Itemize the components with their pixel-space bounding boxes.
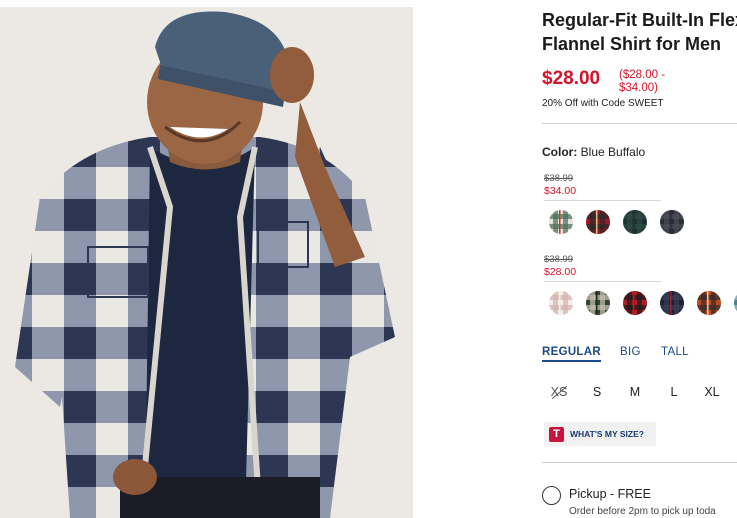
price-group-divider bbox=[544, 200, 661, 201]
color-label: Color: bbox=[542, 145, 578, 159]
swatch-navy-red-plaid[interactable] bbox=[660, 291, 684, 315]
swatch-charcoal-check[interactable] bbox=[660, 210, 684, 234]
product-title-line2: Flannel Shirt for Men bbox=[542, 34, 722, 54]
price-group-divider bbox=[544, 281, 661, 282]
size-xl-button[interactable]: XL bbox=[700, 385, 724, 399]
fit-tab-regular[interactable]: REGULAR bbox=[542, 346, 601, 362]
divider bbox=[542, 123, 737, 124]
swatch-green-tan-plaid[interactable] bbox=[586, 291, 610, 315]
product-info-panel: Regular-Fit Built-In Flex Flannel Shirt … bbox=[542, 0, 737, 518]
fit-tab-big[interactable]: BIG bbox=[620, 346, 641, 358]
whats-my-size-label: WHAT'S MY SIZE? bbox=[570, 429, 644, 439]
size-s-button[interactable]: S bbox=[585, 385, 609, 399]
sale-price: $28.00 bbox=[542, 68, 601, 89]
product-title: Regular-Fit Built-In Flex Flannel Shirt … bbox=[542, 8, 737, 56]
swatch-orange-plaid[interactable] bbox=[697, 291, 721, 315]
fit-tab-tall[interactable]: TALL bbox=[661, 346, 689, 358]
pickup-note: Order before 2pm to pick up toda bbox=[569, 506, 716, 517]
price-range-line1: ($28.00 - bbox=[619, 69, 666, 81]
original-price: $38.99 bbox=[544, 173, 574, 184]
product-title-line1: Regular-Fit Built-In Flex bbox=[542, 10, 737, 30]
price-range-line2: $34.00) bbox=[619, 82, 659, 94]
selected-color: Color: Blue Buffalo bbox=[542, 145, 645, 159]
swatch-red-black-buffalo[interactable] bbox=[623, 291, 647, 315]
swatch-cream-plaid[interactable] bbox=[549, 210, 573, 234]
price-range: ($28.00 - $34.00) bbox=[619, 69, 689, 95]
true-fit-icon: T bbox=[549, 426, 564, 442]
promo-code-text: 20% Off with Code SWEET bbox=[542, 98, 664, 109]
product-photo[interactable] bbox=[0, 7, 413, 518]
color-value: Blue Buffalo bbox=[580, 145, 646, 159]
size-m-button[interactable]: M bbox=[623, 385, 647, 399]
group-price: $34.00 bbox=[544, 185, 577, 197]
swatch-white-red-stripe[interactable] bbox=[549, 291, 573, 315]
whats-my-size-button[interactable]: T WHAT'S MY SIZE? bbox=[544, 422, 656, 446]
original-price: $38.99 bbox=[544, 254, 574, 265]
pickup-radio[interactable] bbox=[542, 486, 561, 505]
size-xs-button[interactable]: XS bbox=[547, 385, 571, 399]
group-price: $28.00 bbox=[544, 266, 577, 278]
swatch-dark-green[interactable] bbox=[623, 210, 647, 234]
divider bbox=[542, 462, 737, 463]
size-l-button[interactable]: L bbox=[662, 385, 686, 399]
swatch-red-plaid[interactable] bbox=[586, 210, 610, 234]
pickup-label: Pickup - FREE bbox=[569, 487, 651, 501]
